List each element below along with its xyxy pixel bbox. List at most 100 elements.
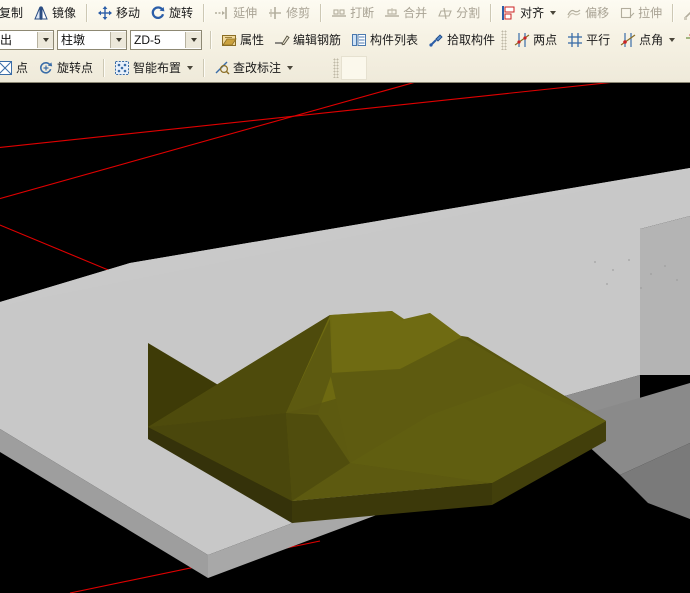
align-label: 对齐 (520, 6, 545, 20)
point-icon (0, 60, 13, 76)
rotate-point-label: 旋转点 (57, 61, 94, 75)
pick-component-label: 拾取构件 (447, 33, 496, 47)
component-category-combo[interactable]: 柱墩 (57, 30, 127, 50)
smart-layout-label: 智能布置 (133, 61, 182, 75)
component-list-label: 构件列表 (370, 33, 419, 47)
toolbar-separator (203, 59, 205, 77)
mirror-label: 镜像 (52, 6, 77, 20)
rotate-label: 旋转 (169, 6, 194, 20)
parallel-icon (567, 32, 583, 48)
break-icon (331, 5, 347, 21)
chevron-down-icon[interactable] (37, 32, 53, 48)
stretch-label: 拉伸 (638, 6, 663, 20)
three-point-button[interactable]: 三. (680, 28, 690, 52)
chevron-down-icon[interactable] (185, 32, 201, 48)
rotate-point-button[interactable]: 旋转点 (33, 56, 98, 80)
edit-rebar-icon (274, 32, 290, 48)
toolbar-separator (210, 31, 211, 49)
toolbar-separator (672, 4, 674, 22)
stretch-button[interactable]: 拉伸 (614, 1, 667, 25)
point-angle-button[interactable]: 点角 (615, 28, 680, 52)
toolbar-separator (203, 4, 205, 22)
properties-label: 属性 (240, 33, 265, 47)
toolbar-row-component: 出 柱墩 ZD-5 属性 编辑钢筋 构件列表 拾取构件 两点 平行 点角 (0, 26, 690, 54)
three-point-icon (685, 32, 690, 48)
eyedropper-icon (428, 32, 444, 48)
toolbar-row-edit: 复制 镜像 移动 旋转 延伸 修剪 打断 合并 分割 对齐 偏移 拉伸 (0, 0, 690, 26)
extend-label: 延伸 (233, 6, 258, 20)
offset-button[interactable]: 偏移 (561, 1, 614, 25)
properties-button[interactable]: 属性 (216, 28, 269, 52)
edit-rebar-button[interactable]: 编辑钢筋 (269, 28, 346, 52)
toolbar-separator (86, 4, 88, 22)
point-angle-label: 点角 (639, 33, 664, 47)
trim-label: 修剪 (286, 6, 311, 20)
empty-toolbar-panel (341, 56, 368, 80)
trim-icon (267, 5, 283, 21)
toolbar-separator (490, 4, 492, 22)
copy-label: 复制 (0, 6, 24, 20)
application-window: 复制 镜像 移动 旋转 延伸 修剪 打断 合并 分割 对齐 偏移 拉伸 出 柱墩… (0, 0, 690, 593)
toolbar-row-layout: 点 旋转点 智能布置 查改标注 (0, 54, 690, 82)
move-button[interactable]: 移动 (92, 1, 145, 25)
point-label: 点 (16, 61, 29, 75)
parallel-label: 平行 (586, 33, 611, 47)
offset-label: 偏移 (585, 6, 610, 20)
two-point-icon (514, 32, 530, 48)
edit-annotation-label: 查改标注 (233, 61, 282, 75)
merge-icon (384, 5, 400, 21)
break-label: 打断 (350, 6, 375, 20)
chevron-down-icon[interactable] (550, 11, 557, 15)
point-button[interactable]: 点 (0, 56, 33, 80)
set-grip-point-button[interactable]: 设置夹点 (678, 1, 690, 25)
two-point-label: 两点 (533, 33, 558, 47)
chevron-down-icon[interactable] (187, 66, 194, 70)
rotate-icon (150, 5, 166, 21)
trim-button[interactable]: 修剪 (262, 1, 315, 25)
edit-annotation-icon (214, 60, 230, 76)
two-point-button[interactable]: 两点 (509, 28, 562, 52)
merge-button[interactable]: 合并 (379, 1, 432, 25)
merge-label: 合并 (403, 6, 428, 20)
edit-annotation-button[interactable]: 查改标注 (209, 56, 298, 80)
component-name-combo[interactable]: ZD-5 (130, 30, 202, 50)
toolbar-grip[interactable] (501, 30, 508, 50)
move-icon (97, 5, 113, 21)
align-button[interactable]: 对齐 (496, 1, 561, 25)
stretch-icon (619, 5, 635, 21)
properties-icon (221, 32, 237, 48)
move-label: 移动 (116, 6, 141, 20)
rotate-button[interactable]: 旋转 (145, 1, 198, 25)
component-type-combo[interactable]: 出 (0, 30, 54, 50)
mirror-button[interactable]: 镜像 (28, 1, 81, 25)
copy-button[interactable]: 复制 (0, 1, 28, 25)
split-label: 分割 (456, 6, 481, 20)
component-list-icon (351, 32, 367, 48)
component-type-value: 出 (0, 33, 13, 47)
parallel-button[interactable]: 平行 (562, 28, 615, 52)
extend-button[interactable]: 延伸 (209, 1, 262, 25)
break-button[interactable]: 打断 (326, 1, 379, 25)
edit-rebar-label: 编辑钢筋 (293, 33, 342, 47)
3d-model-viewport[interactable] (0, 83, 690, 593)
split-icon (437, 5, 453, 21)
mirror-icon (33, 5, 49, 21)
toolbar-area: 复制 镜像 移动 旋转 延伸 修剪 打断 合并 分割 对齐 偏移 拉伸 出 柱墩… (0, 0, 690, 83)
point-angle-icon (620, 32, 636, 48)
offset-icon (566, 5, 582, 21)
align-icon (501, 5, 517, 21)
chevron-down-icon[interactable] (287, 66, 294, 70)
component-name-value: ZD-5 (134, 33, 161, 47)
rotate-point-icon (38, 60, 54, 76)
smart-layout-icon (114, 60, 130, 76)
toolbar-separator (320, 4, 322, 22)
grip-point-icon (683, 5, 690, 21)
chevron-down-icon[interactable] (669, 38, 676, 42)
component-list-button[interactable]: 构件列表 (346, 28, 423, 52)
toolbar-separator (103, 59, 105, 77)
toolbar-grip[interactable] (333, 58, 340, 78)
pick-component-button[interactable]: 拾取构件 (423, 28, 500, 52)
split-button[interactable]: 分割 (432, 1, 485, 25)
smart-layout-button[interactable]: 智能布置 (109, 56, 198, 80)
chevron-down-icon[interactable] (110, 32, 126, 48)
